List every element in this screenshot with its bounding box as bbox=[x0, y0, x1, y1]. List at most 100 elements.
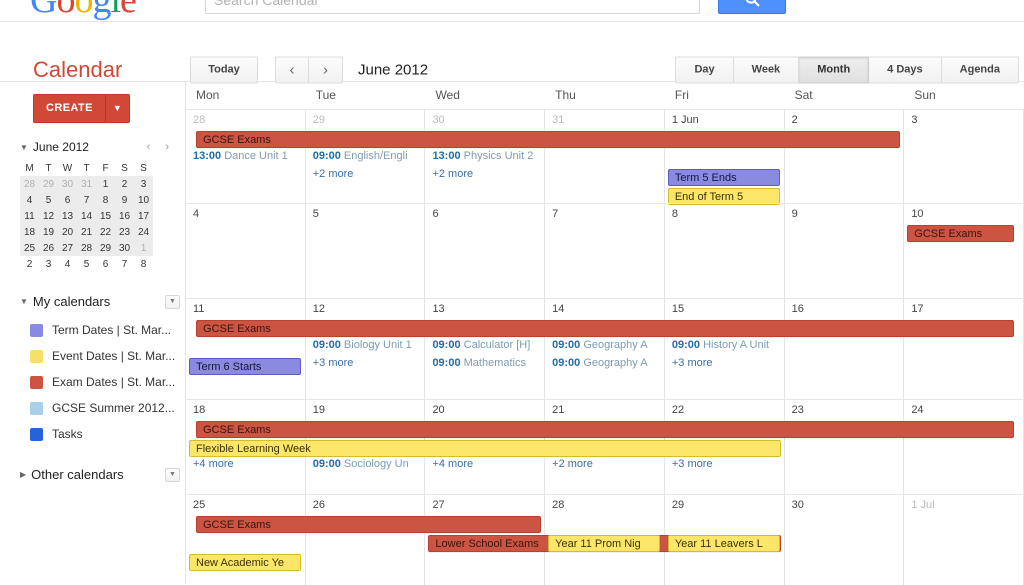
day-number[interactable]: 1 Jun bbox=[665, 110, 784, 129]
mini-day[interactable]: 11 bbox=[20, 208, 39, 224]
day-number[interactable]: 23 bbox=[785, 400, 904, 419]
day-cell[interactable]: 6 bbox=[425, 204, 546, 298]
more-events-link[interactable]: +4 more bbox=[425, 455, 544, 473]
day-cell[interactable]: 30 13:00 Physics Unit 2 +2 more bbox=[425, 110, 546, 203]
timed-event[interactable]: 09:00 Biology Unit 1 bbox=[306, 336, 425, 354]
mini-day[interactable]: 10 bbox=[134, 192, 153, 208]
more-events-link[interactable]: +4 more bbox=[186, 455, 305, 473]
timed-event[interactable]: 09:00 Geography A bbox=[545, 354, 664, 372]
mini-day[interactable]: 3 bbox=[134, 176, 153, 192]
day-number[interactable]: 26 bbox=[306, 495, 425, 514]
all-day-event-chip[interactable]: Term 5 Ends bbox=[667, 169, 780, 186]
day-number[interactable]: 22 bbox=[665, 400, 784, 419]
more-events-link[interactable]: +3 more bbox=[665, 354, 784, 372]
all-day-event-chip[interactable]: Year 11 Leavers L bbox=[667, 535, 780, 552]
mini-day[interactable]: 20 bbox=[58, 224, 77, 240]
tab-agenda[interactable]: Agenda bbox=[941, 56, 1019, 84]
day-number[interactable]: 7 bbox=[545, 204, 664, 223]
day-cell[interactable]: 24 bbox=[904, 400, 1024, 494]
day-cell[interactable]: 29 09:00 English/Engli +2 more bbox=[306, 110, 426, 203]
mini-day[interactable]: 22 bbox=[96, 224, 115, 240]
mini-day[interactable]: 30 bbox=[58, 176, 77, 192]
chevron-down-icon[interactable]: ▼ bbox=[104, 95, 129, 122]
day-number[interactable]: 12 bbox=[306, 299, 425, 318]
day-number[interactable]: 18 bbox=[186, 400, 305, 419]
tab-month[interactable]: Month bbox=[799, 56, 870, 84]
today-button[interactable]: Today bbox=[190, 56, 258, 84]
mini-day[interactable]: 19 bbox=[39, 224, 58, 240]
day-number[interactable]: 5 bbox=[306, 204, 425, 223]
mini-day[interactable]: 6 bbox=[96, 256, 115, 272]
mini-day[interactable]: 2 bbox=[115, 176, 134, 192]
search-button[interactable] bbox=[718, 0, 786, 14]
mini-day[interactable]: 21 bbox=[77, 224, 96, 240]
day-number[interactable]: 27 bbox=[425, 495, 544, 514]
day-cell[interactable]: 31 bbox=[545, 110, 665, 203]
day-cell[interactable]: 26 bbox=[306, 495, 426, 585]
day-number[interactable]: 28 bbox=[186, 110, 305, 129]
day-number[interactable]: 24 bbox=[904, 400, 1023, 419]
mini-day[interactable]: 31 bbox=[77, 176, 96, 192]
mini-day[interactable]: 23 bbox=[115, 224, 134, 240]
mini-day[interactable]: 15 bbox=[96, 208, 115, 224]
day-cell[interactable]: 10 bbox=[904, 204, 1024, 298]
mini-day[interactable]: 8 bbox=[96, 192, 115, 208]
timed-event[interactable]: 09:00 English/Engli bbox=[306, 147, 425, 165]
tab-4days[interactable]: 4 Days bbox=[869, 56, 942, 84]
mini-day[interactable]: 4 bbox=[20, 192, 39, 208]
color-swatch-icon[interactable] bbox=[30, 323, 43, 337]
more-events-link[interactable]: +2 more bbox=[306, 165, 425, 183]
timed-event[interactable]: 13:00 Dance Unit 1 bbox=[186, 147, 305, 165]
day-cell[interactable]: 12 09:00 Biology Unit 1 +3 more bbox=[306, 299, 426, 399]
mini-day[interactable]: 25 bbox=[20, 240, 39, 256]
triangle-down-icon[interactable] bbox=[20, 143, 28, 152]
mini-day[interactable]: 30 bbox=[115, 240, 134, 256]
day-number[interactable]: 28 bbox=[545, 495, 664, 514]
color-swatch-icon[interactable] bbox=[30, 427, 43, 441]
more-events-link[interactable]: +2 more bbox=[425, 165, 544, 183]
mini-day[interactable]: 18 bbox=[20, 224, 39, 240]
google-logo[interactable]: Google bbox=[30, 0, 137, 21]
day-cell[interactable]: 4 bbox=[186, 204, 306, 298]
day-cell[interactable]: 14 09:00 Geography A 09:00 Geography A bbox=[545, 299, 665, 399]
day-number[interactable]: 14 bbox=[545, 299, 664, 318]
day-cell[interactable]: 30 bbox=[785, 495, 905, 585]
calendar-list-item-exam-dates[interactable]: Exam Dates | St. Mar... bbox=[20, 369, 180, 395]
tab-day[interactable]: Day bbox=[675, 56, 734, 84]
mini-day[interactable]: 3 bbox=[39, 256, 58, 272]
calendar-list-item-event-dates[interactable]: Event Dates | St. Mar... bbox=[20, 343, 180, 369]
timed-event[interactable]: 09:00 Calculator [H] bbox=[425, 336, 544, 354]
day-number[interactable]: 9 bbox=[785, 204, 904, 223]
day-number[interactable]: 16 bbox=[785, 299, 904, 318]
mini-day[interactable]: 26 bbox=[39, 240, 58, 256]
day-number[interactable]: 11 bbox=[186, 299, 305, 318]
day-cell[interactable]: 25 bbox=[186, 495, 306, 585]
day-number[interactable]: 19 bbox=[306, 400, 425, 419]
mini-day[interactable]: 13 bbox=[58, 208, 77, 224]
more-events-link[interactable]: +3 more bbox=[665, 455, 784, 473]
multi-day-event-band[interactable]: GCSE Exams bbox=[196, 131, 901, 148]
mini-day[interactable]: 28 bbox=[77, 240, 96, 256]
other-calendars-options-button[interactable]: ▼ bbox=[165, 467, 180, 482]
color-swatch-icon[interactable] bbox=[30, 349, 43, 363]
mini-day[interactable]: 12 bbox=[39, 208, 58, 224]
multi-day-event-band[interactable]: Flexible Learning Week bbox=[189, 440, 781, 457]
day-cell[interactable]: 17 bbox=[904, 299, 1024, 399]
day-number[interactable]: 8 bbox=[665, 204, 784, 223]
day-number[interactable]: 6 bbox=[425, 204, 544, 223]
day-number[interactable]: 29 bbox=[306, 110, 425, 129]
mini-day[interactable]: 24 bbox=[134, 224, 153, 240]
mini-day[interactable]: 14 bbox=[77, 208, 96, 224]
day-cell[interactable]: 7 bbox=[545, 204, 665, 298]
day-number[interactable]: 13 bbox=[425, 299, 544, 318]
timed-event[interactable]: 09:00 Sociology Un bbox=[306, 455, 425, 473]
day-cell[interactable]: 28 13:00 Dance Unit 1 bbox=[186, 110, 306, 203]
mini-day[interactable]: 2 bbox=[20, 256, 39, 272]
day-number[interactable]: 4 bbox=[186, 204, 305, 223]
day-number[interactable]: 21 bbox=[545, 400, 664, 419]
day-cell[interactable]: 3 bbox=[904, 110, 1024, 203]
mini-day[interactable]: 4 bbox=[58, 256, 77, 272]
day-number[interactable]: 25 bbox=[186, 495, 305, 514]
mini-day[interactable]: 17 bbox=[134, 208, 153, 224]
mini-day[interactable]: 7 bbox=[77, 192, 96, 208]
